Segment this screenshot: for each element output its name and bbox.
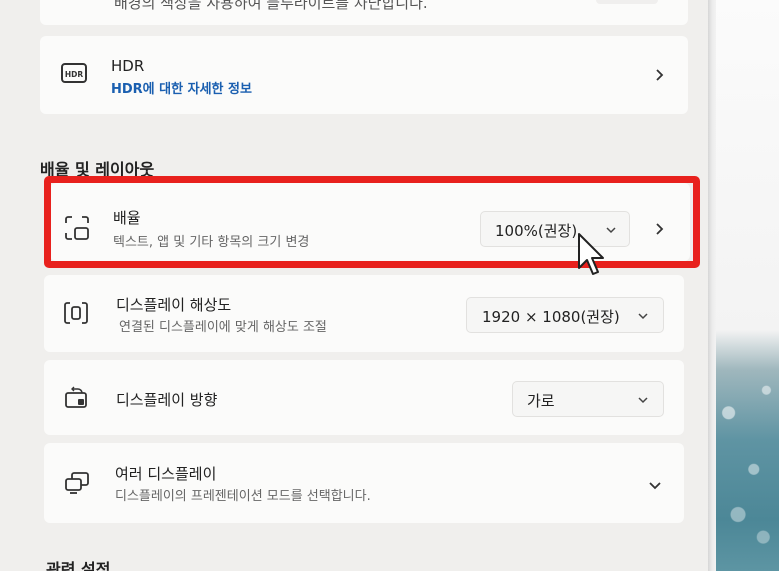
multi-display-icon [65,472,89,494]
related-settings-title: 관련 설정 [46,560,111,571]
hdr-info-link[interactable]: HDR에 대한 자세한 정보 [111,78,252,97]
chevron-down-icon [638,397,648,404]
hdr-card[interactable] [40,36,688,114]
night-light-description: 배경의 색상을 사용하여 블루라이트를 차단합니다. [114,0,428,12]
mouse-cursor-icon [578,233,604,275]
resolution-dropdown-value: 1920 × 1080(권장) [482,308,620,326]
background-texture [716,345,779,571]
orientation-icon [65,386,87,408]
resolution-icon [64,302,88,324]
multi-display-chevron-down-icon[interactable] [648,478,662,492]
resolution-dropdown[interactable]: 1920 × 1080(권장) [466,297,664,333]
hdr-title: HDR [111,57,145,75]
multi-display-subtitle: 디스플레이의 프레젠테이션 모드를 선택합니다. [115,489,371,504]
multi-display-title: 여러 디스플레이 [115,465,217,483]
orientation-dropdown-value: 가로 [527,392,555,410]
chevron-down-icon [638,313,648,320]
orientation-dropdown[interactable]: 가로 [512,381,664,417]
orientation-title: 디스플레이 방향 [116,391,218,409]
resolution-title: 디스플레이 해상도 [116,296,232,314]
settings-display-page: 배경의 색상을 사용하여 블루라이트를 차단합니다. HDR HDR HDR에 … [0,0,712,571]
hdr-icon: HDR [61,63,87,83]
svg-text:HDR: HDR [65,70,84,79]
hdr-chevron-right-icon[interactable] [652,68,666,82]
resolution-subtitle: 연결된 디스플레이에 맞게 해상도 조절 [119,320,327,335]
night-light-toggle[interactable] [596,0,658,4]
